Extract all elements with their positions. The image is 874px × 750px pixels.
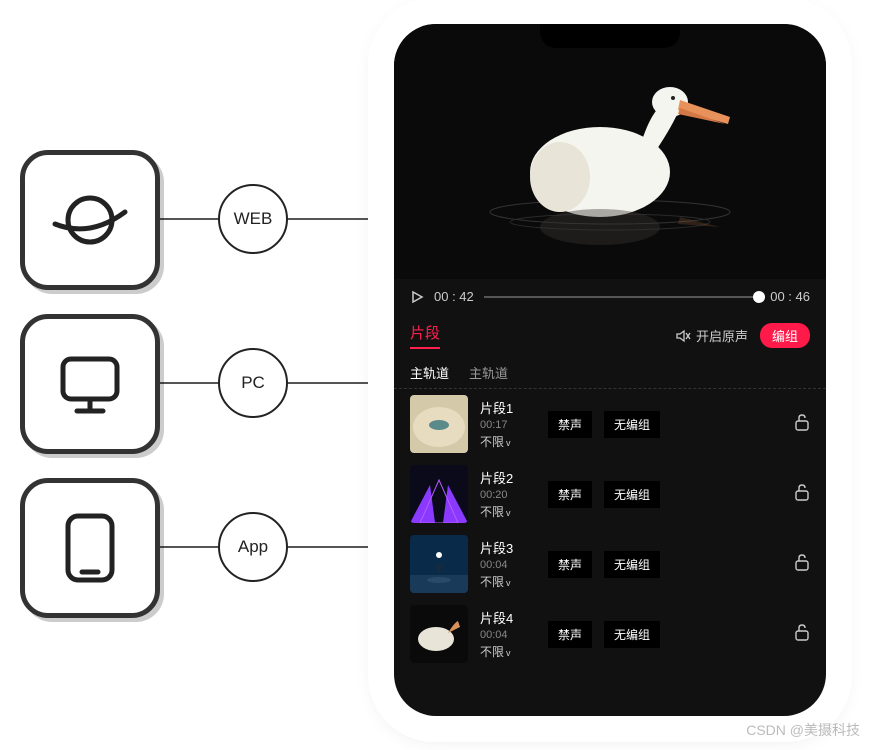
group-select[interactable]: 无编组 — [604, 411, 660, 438]
track-tabs: 主轨道 主轨道 — [394, 357, 826, 389]
label-app: App — [218, 512, 288, 582]
clip-info: 片段3 00:04 不限v — [480, 538, 536, 590]
phone-icon — [62, 512, 118, 584]
speaker-mute-icon — [676, 329, 692, 343]
group-button[interactable]: 编组 — [760, 323, 810, 348]
clip-info: 片段4 00:04 不限v — [480, 608, 536, 660]
phone-notch — [540, 24, 680, 48]
play-icon[interactable] — [410, 290, 424, 304]
platform-web[interactable] — [20, 150, 160, 290]
mute-button[interactable]: 禁声 — [548, 621, 592, 648]
open-audio-toggle[interactable]: 开启原声 — [676, 326, 748, 345]
section-header: 片段 开启原声 编组 — [394, 314, 826, 357]
monitor-icon — [55, 349, 125, 419]
clip-row[interactable]: 片段3 00:04 不限v 禁声 无编组 — [394, 529, 826, 599]
progress-thumb[interactable] — [753, 291, 765, 303]
clip-limit-select[interactable]: 不限v — [480, 573, 536, 590]
clip-info: 片段1 00:17 不限v — [480, 398, 536, 450]
mute-button[interactable]: 禁声 — [548, 481, 592, 508]
watermark: CSDN @美摄科技 — [746, 720, 860, 740]
clip-duration: 00:04 — [480, 559, 536, 571]
clip-limit-select[interactable]: 不限v — [480, 503, 536, 520]
clip-info: 片段2 00:20 不限v — [480, 468, 536, 520]
label-pc: PC — [218, 348, 288, 418]
clip-row[interactable]: 片段2 00:20 不限v 禁声 无编组 — [394, 459, 826, 529]
clip-thumbnail[interactable] — [410, 535, 468, 593]
unlock-icon[interactable] — [794, 623, 810, 646]
clip-name: 片段4 — [480, 608, 536, 627]
preview-image — [470, 52, 750, 252]
platform-app[interactable] — [20, 478, 160, 618]
clip-thumbnail[interactable] — [410, 395, 468, 453]
section-title[interactable]: 片段 — [410, 322, 440, 349]
clip-thumbnail[interactable] — [410, 465, 468, 523]
platform-pc[interactable] — [20, 314, 160, 454]
clip-name: 片段2 — [480, 468, 536, 487]
clip-limit-select[interactable]: 不限v — [480, 433, 536, 450]
unlock-icon[interactable] — [794, 413, 810, 436]
mute-button[interactable]: 禁声 — [548, 551, 592, 578]
group-select[interactable]: 无编组 — [604, 481, 660, 508]
label-web: WEB — [218, 184, 288, 254]
progress-bar[interactable] — [484, 296, 760, 298]
clip-thumbnail[interactable] — [410, 605, 468, 663]
group-select[interactable]: 无编组 — [604, 621, 660, 648]
track-tab-1[interactable]: 主轨道 — [410, 363, 449, 382]
time-total: 00 : 46 — [770, 289, 810, 304]
clip-name: 片段3 — [480, 538, 536, 557]
mute-button[interactable]: 禁声 — [548, 411, 592, 438]
clip-name: 片段1 — [480, 398, 536, 417]
clip-list: 片段1 00:17 不限v 禁声 无编组 片段2 00:20 不限v 禁声 — [394, 389, 826, 716]
clip-row[interactable]: 片段4 00:04 不限v 禁声 无编组 — [394, 599, 826, 669]
track-tab-2[interactable]: 主轨道 — [469, 363, 508, 382]
phone-mockup: 00 : 42 00 : 46 片段 开启原声 编组 主轨道 主轨道 — [380, 10, 840, 730]
group-select[interactable]: 无编组 — [604, 551, 660, 578]
time-current: 00 : 42 — [434, 289, 474, 304]
video-preview[interactable] — [394, 24, 826, 279]
unlock-icon[interactable] — [794, 483, 810, 506]
clip-duration: 00:17 — [480, 419, 536, 431]
clip-limit-select[interactable]: 不限v — [480, 643, 536, 660]
platform-list — [20, 150, 165, 642]
open-audio-label: 开启原声 — [696, 326, 748, 345]
clip-duration: 00:04 — [480, 629, 536, 641]
clip-row[interactable]: 片段1 00:17 不限v 禁声 无编组 — [394, 389, 826, 459]
unlock-icon[interactable] — [794, 553, 810, 576]
globe-icon — [50, 190, 130, 250]
player-controls: 00 : 42 00 : 46 — [394, 279, 826, 314]
clip-duration: 00:20 — [480, 489, 536, 501]
phone-screen: 00 : 42 00 : 46 片段 开启原声 编组 主轨道 主轨道 — [394, 24, 826, 716]
